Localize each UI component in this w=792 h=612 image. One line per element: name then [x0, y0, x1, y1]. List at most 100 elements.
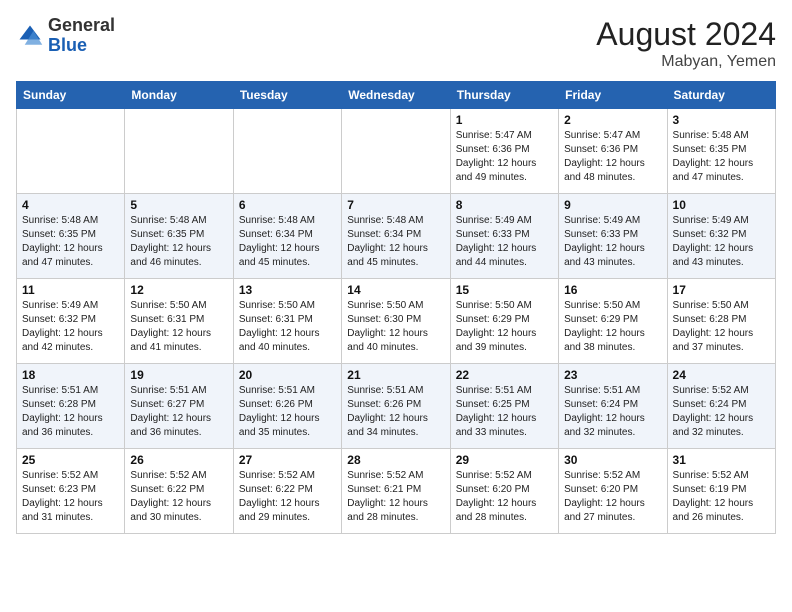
day-number: 19: [130, 368, 227, 382]
calendar-cell: 20Sunrise: 5:51 AM Sunset: 6:26 PM Dayli…: [233, 364, 341, 449]
day-number: 12: [130, 283, 227, 297]
day-of-week-header: Saturday: [667, 82, 775, 109]
page-header: General Blue August 2024 Mabyan, Yemen: [16, 16, 776, 71]
calendar-cell: 14 Sunrise: 5:50 AM Sunset: 6:30 PM Dayli…: [342, 279, 450, 364]
day-detail: Sunrise: 5:50 AM Sunset: 6:29 PM Dayligh…: [456, 299, 553, 355]
day-number: 18: [22, 368, 119, 382]
day-detail: Sunrise: 5:49 AM Sunset: 6:32 PM Dayligh…: [22, 299, 119, 355]
calendar-cell: 18 Sunrise: 5:51 AM Sunset: 6:28 PM Dayli…: [17, 364, 125, 449]
day-number: 28: [347, 453, 444, 467]
day-number: 5: [130, 198, 227, 212]
calendar-cell: 15Sunrise: 5:50 AM Sunset: 6:29 PM Dayli…: [450, 279, 558, 364]
day-number: 27: [239, 453, 336, 467]
day-detail: Sunrise: 5:51 AM Sunset: 6:25 PM Dayligh…: [456, 384, 553, 440]
day-number: 14: [347, 283, 444, 297]
day-detail: Sunrise: 5:47 AM Sunset: 6:36 PM Dayligh…: [564, 129, 661, 185]
day-number: 9: [564, 198, 661, 212]
day-number: 30: [564, 453, 661, 467]
day-number: 3: [673, 113, 770, 127]
day-number: 17: [673, 283, 770, 297]
calendar-week-row: 1Sunrise: 5:47 AM Sunset: 6:36 PM Daylig…: [17, 109, 776, 194]
calendar-cell: 21Sunrise: 5:51 AM Sunset: 6:26 PM Dayli…: [342, 364, 450, 449]
day-number: 24: [673, 368, 770, 382]
calendar-cell: 24 Sunrise: 5:52 AM Sunset: 6:24 PM Dayli…: [667, 364, 775, 449]
calendar-cell: 2Sunrise: 5:47 AM Sunset: 6:36 PM Daylig…: [559, 109, 667, 194]
day-detail: Sunrise: 5:48 AM Sunset: 6:35 PM Dayligh…: [673, 129, 770, 185]
day-detail: Sunrise: 5:51 AM Sunset: 6:27 PM Dayligh…: [130, 384, 227, 440]
calendar-cell: 16 Sunrise: 5:50 AM Sunset: 6:29 PM Dayli…: [559, 279, 667, 364]
day-number: 25: [22, 453, 119, 467]
calendar-cell: 3 Sunrise: 5:48 AM Sunset: 6:35 PM Daylig…: [667, 109, 775, 194]
calendar-cell: 22Sunrise: 5:51 AM Sunset: 6:25 PM Dayli…: [450, 364, 558, 449]
calendar-cell: [125, 109, 233, 194]
day-number: 26: [130, 453, 227, 467]
day-number: 10: [673, 198, 770, 212]
calendar-cell: 7 Sunrise: 5:48 AM Sunset: 6:34 PM Daylig…: [342, 194, 450, 279]
calendar-cell: 23 Sunrise: 5:51 AM Sunset: 6:24 PM Dayli…: [559, 364, 667, 449]
day-detail: Sunrise: 5:50 AM Sunset: 6:31 PM Dayligh…: [239, 299, 336, 355]
day-number: 11: [22, 283, 119, 297]
calendar-cell: 4Sunrise: 5:48 AM Sunset: 6:35 PM Daylig…: [17, 194, 125, 279]
day-number: 16: [564, 283, 661, 297]
day-detail: Sunrise: 5:47 AM Sunset: 6:36 PM Dayligh…: [456, 129, 553, 185]
day-number: 8: [456, 198, 553, 212]
calendar-week-row: 25 Sunrise: 5:52 AM Sunset: 6:23 PM Dayli…: [17, 449, 776, 534]
day-number: 29: [456, 453, 553, 467]
logo-blue: Blue: [48, 35, 87, 55]
day-number: 23: [564, 368, 661, 382]
calendar-cell: [17, 109, 125, 194]
calendar-cell: [342, 109, 450, 194]
day-detail: Sunrise: 5:48 AM Sunset: 6:34 PM Dayligh…: [347, 214, 444, 270]
day-of-week-header: Friday: [559, 82, 667, 109]
day-detail: Sunrise: 5:51 AM Sunset: 6:28 PM Dayligh…: [22, 384, 119, 440]
day-number: 13: [239, 283, 336, 297]
day-detail: Sunrise: 5:50 AM Sunset: 6:30 PM Dayligh…: [347, 299, 444, 355]
day-detail: Sunrise: 5:51 AM Sunset: 6:24 PM Dayligh…: [564, 384, 661, 440]
calendar-body: 1Sunrise: 5:47 AM Sunset: 6:36 PM Daylig…: [17, 109, 776, 534]
logo: General Blue: [16, 16, 115, 56]
day-detail: Sunrise: 5:49 AM Sunset: 6:33 PM Dayligh…: [456, 214, 553, 270]
calendar-cell: 19 Sunrise: 5:51 AM Sunset: 6:27 PM Dayli…: [125, 364, 233, 449]
day-of-week-header: Tuesday: [233, 82, 341, 109]
calendar-cell: 9 Sunrise: 5:49 AM Sunset: 6:33 PM Daylig…: [559, 194, 667, 279]
month-year: August 2024: [596, 16, 776, 53]
calendar-header-row: SundayMondayTuesdayWednesdayThursdayFrid…: [17, 82, 776, 109]
location: Mabyan, Yemen: [596, 53, 776, 71]
title-block: August 2024 Mabyan, Yemen: [596, 16, 776, 71]
day-detail: Sunrise: 5:50 AM Sunset: 6:31 PM Dayligh…: [130, 299, 227, 355]
calendar-cell: 10Sunrise: 5:49 AM Sunset: 6:32 PM Dayli…: [667, 194, 775, 279]
day-detail: Sunrise: 5:48 AM Sunset: 6:34 PM Dayligh…: [239, 214, 336, 270]
calendar-cell: 11 Sunrise: 5:49 AM Sunset: 6:32 PM Dayli…: [17, 279, 125, 364]
calendar-cell: 1Sunrise: 5:47 AM Sunset: 6:36 PM Daylig…: [450, 109, 558, 194]
day-detail: Sunrise: 5:52 AM Sunset: 6:23 PM Dayligh…: [22, 469, 119, 525]
day-detail: Sunrise: 5:49 AM Sunset: 6:33 PM Dayligh…: [564, 214, 661, 270]
calendar-week-row: 4 Sunrise: 5:48 AM Sunset: 6:35 PM Daylig…: [17, 194, 776, 279]
day-detail: Sunrise: 5:52 AM Sunset: 6:19 PM Dayligh…: [673, 469, 770, 525]
calendar-cell: 5 Sunrise: 5:48 AM Sunset: 6:35 PM Daylig…: [125, 194, 233, 279]
calendar-cell: [233, 109, 341, 194]
calendar-cell: 26 Sunrise: 5:52 AM Sunset: 6:22 PM Dayli…: [125, 449, 233, 534]
day-detail: Sunrise: 5:52 AM Sunset: 6:24 PM Dayligh…: [673, 384, 770, 440]
day-detail: Sunrise: 5:50 AM Sunset: 6:29 PM Dayligh…: [564, 299, 661, 355]
day-detail: Sunrise: 5:52 AM Sunset: 6:20 PM Dayligh…: [564, 469, 661, 525]
day-detail: Sunrise: 5:50 AM Sunset: 6:28 PM Dayligh…: [673, 299, 770, 355]
day-number: 6: [239, 198, 336, 212]
calendar-cell: 25 Sunrise: 5:52 AM Sunset: 6:23 PM Dayli…: [17, 449, 125, 534]
calendar-cell: 29Sunrise: 5:52 AM Sunset: 6:20 PM Dayli…: [450, 449, 558, 534]
day-detail: Sunrise: 5:52 AM Sunset: 6:22 PM Dayligh…: [239, 469, 336, 525]
day-detail: Sunrise: 5:52 AM Sunset: 6:22 PM Dayligh…: [130, 469, 227, 525]
day-of-week-header: Sunday: [17, 82, 125, 109]
calendar-table: SundayMondayTuesdayWednesdayThursdayFrid…: [16, 81, 776, 534]
day-number: 31: [673, 453, 770, 467]
day-number: 7: [347, 198, 444, 212]
day-number: 4: [22, 198, 119, 212]
calendar-week-row: 18 Sunrise: 5:51 AM Sunset: 6:28 PM Dayli…: [17, 364, 776, 449]
calendar-cell: 6 Sunrise: 5:48 AM Sunset: 6:34 PM Daylig…: [233, 194, 341, 279]
calendar-week-row: 11 Sunrise: 5:49 AM Sunset: 6:32 PM Dayli…: [17, 279, 776, 364]
day-number: 20: [239, 368, 336, 382]
day-detail: Sunrise: 5:52 AM Sunset: 6:21 PM Dayligh…: [347, 469, 444, 525]
calendar-cell: 28 Sunrise: 5:52 AM Sunset: 6:21 PM Dayli…: [342, 449, 450, 534]
calendar-cell: 12 Sunrise: 5:50 AM Sunset: 6:31 PM Dayli…: [125, 279, 233, 364]
day-detail: Sunrise: 5:48 AM Sunset: 6:35 PM Dayligh…: [130, 214, 227, 270]
day-detail: Sunrise: 5:51 AM Sunset: 6:26 PM Dayligh…: [347, 384, 444, 440]
